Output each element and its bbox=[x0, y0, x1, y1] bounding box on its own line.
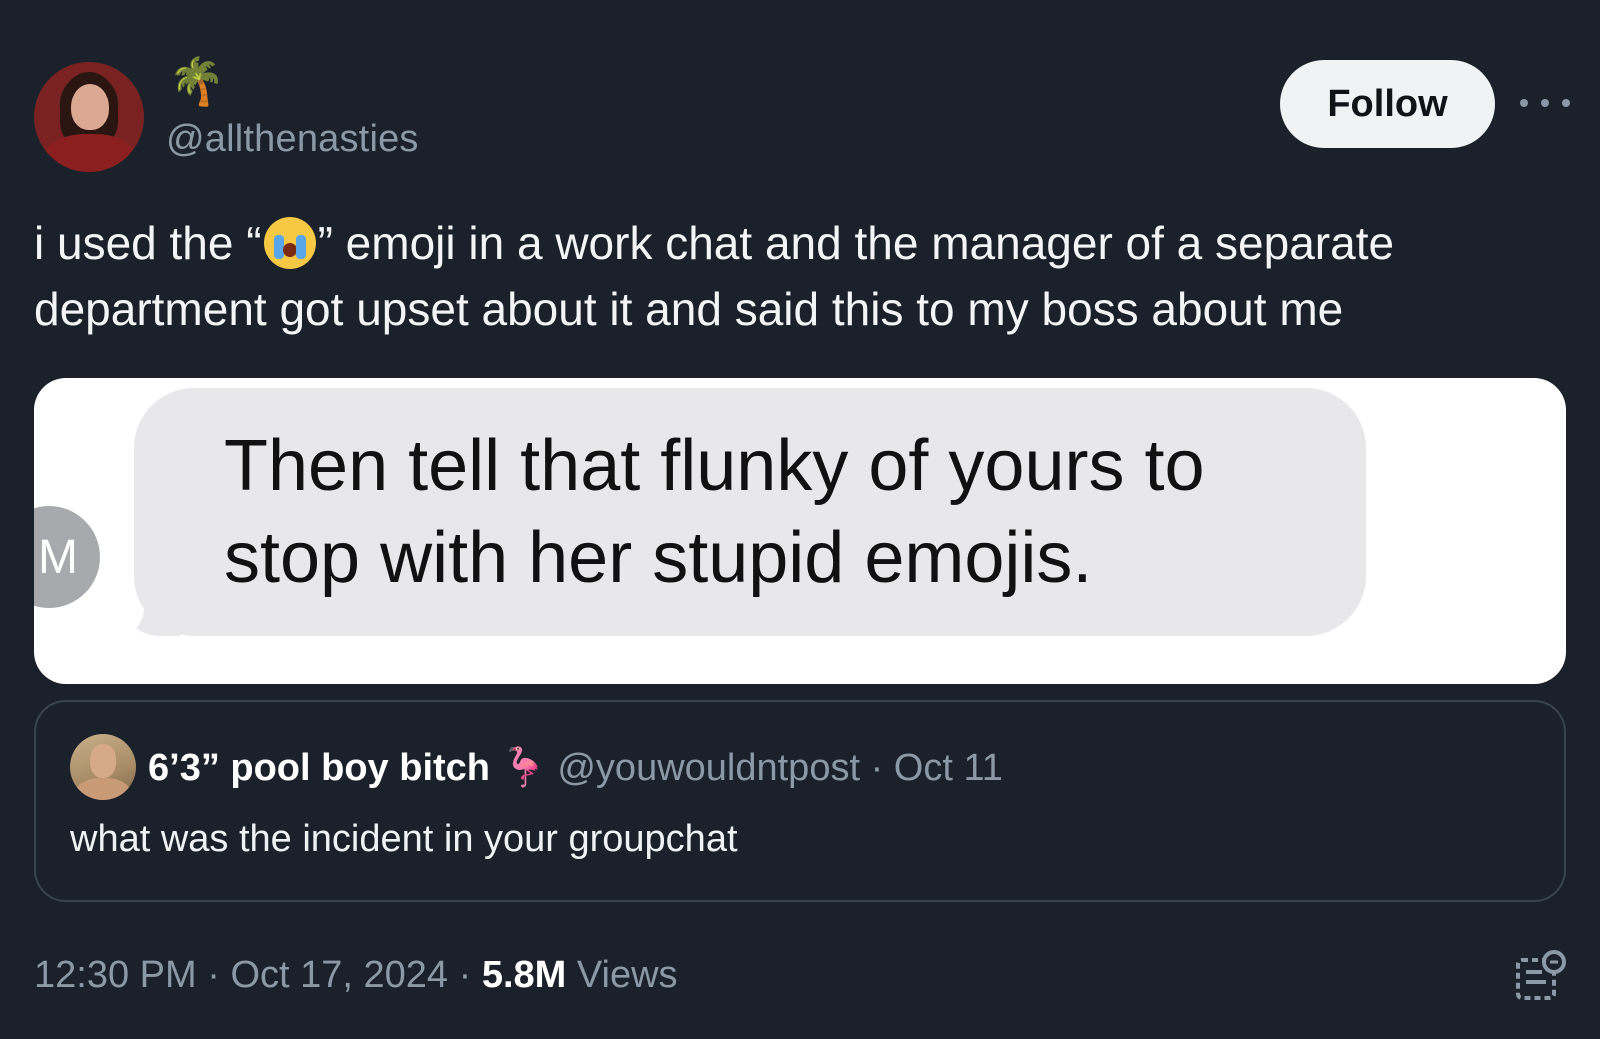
tweet-time[interactable]: 12:30 PM bbox=[34, 954, 197, 996]
palm-tree-icon: 🌴 bbox=[168, 54, 226, 108]
message-text: Then tell that flunky of yours to stop w… bbox=[224, 426, 1205, 598]
loudly-crying-face-icon bbox=[263, 217, 316, 269]
quoted-date: Oct 11 bbox=[893, 747, 1003, 789]
quoted-tweet[interactable]: 6’3” pool boy bitch 🦩 @youwouldntpost · Oc… bbox=[34, 700, 1566, 902]
quoted-separator: · bbox=[860, 747, 894, 789]
quoted-text: what was the incident in your groupchat bbox=[70, 818, 738, 860]
flamingo-icon: 🦩 bbox=[500, 745, 548, 789]
tweet-image[interactable]: Then tell that flunky of yours to stop w… bbox=[34, 378, 1566, 684]
author-handle[interactable]: @allthenasties bbox=[166, 118, 419, 161]
quoted-display-name: 6’3” pool boy bitch bbox=[148, 747, 491, 789]
tweet-text: i used the “” emoji in a work chat and t… bbox=[34, 210, 1564, 342]
tweet-page: 🌴 @allthenasties Follow i used the “” em… bbox=[0, 0, 1600, 1039]
views-count: 5.8M bbox=[481, 954, 567, 996]
author-avatar[interactable] bbox=[34, 62, 144, 172]
quoted-handle: @youwouldntpost bbox=[557, 747, 861, 789]
tweet-date[interactable]: Oct 17, 2024 bbox=[230, 954, 448, 996]
follow-button[interactable]: Follow bbox=[1280, 60, 1495, 148]
meta-separator: · bbox=[448, 954, 482, 996]
sender-avatar: M bbox=[34, 506, 100, 608]
views-label: Views bbox=[566, 954, 678, 996]
quoted-avatar bbox=[70, 734, 136, 800]
tweet-text-start: i used the “ bbox=[34, 217, 262, 269]
tweet-meta: 12:30 PM · Oct 17, 2024 · 5.8M Views bbox=[34, 950, 678, 1000]
grok-analytics-icon[interactable] bbox=[1512, 948, 1568, 1004]
quoted-header: 6’3” pool boy bitch 🦩 @youwouldntpost · Oc… bbox=[148, 742, 1003, 793]
meta-separator: · bbox=[196, 954, 231, 996]
more-options-icon[interactable] bbox=[1520, 88, 1570, 118]
